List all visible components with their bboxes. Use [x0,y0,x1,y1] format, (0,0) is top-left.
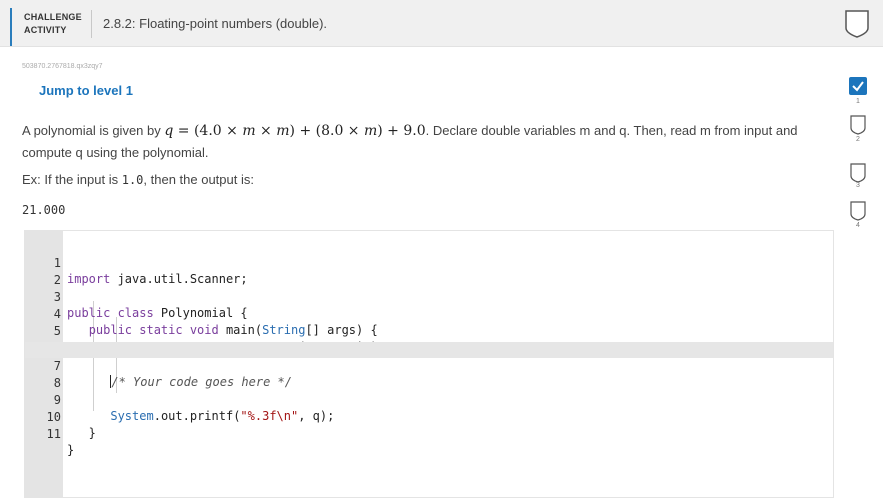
example-text-after: , then the output is: [143,172,254,187]
code-text: } [67,426,96,440]
header-divider [91,10,92,38]
code-line[interactable]: 11 } [25,410,833,457]
check-icon [849,77,867,95]
level-number: 1 [856,98,860,105]
code-line[interactable]: 4 public static void main(String[] args)… [25,290,833,337]
code-text: } [67,443,75,457]
code-line[interactable]: 3 public class Polynomial { [25,273,833,320]
shield-outline-icon [845,10,869,38]
badge-line-1: CHALLENGE [24,12,82,22]
shield-outline-icon [850,115,866,135]
code-line-active[interactable]: 7 /* Your code goes here */ [25,342,833,389]
activity-header: CHALLENGE ACTIVITY 2.8.2: Floating-point… [0,0,883,47]
example-text-before: Ex: If the input is [22,172,122,187]
level-number: 4 [856,222,860,229]
prompt-text-before: A polynomial is given by [22,123,165,138]
code-line[interactable]: 10 } [25,393,833,440]
code-line[interactable]: 6 [25,325,833,356]
example-input: 1.0 [121,173,144,187]
shield-outline-icon [850,163,866,183]
polynomial-formula: q = (4.0 × m × m) + (8.0 × m) + 9.0 [164,123,426,139]
code-line[interactable]: 9 System.out.printf("%.3f\n", q); [25,376,833,423]
code-line[interactable]: 5 Scanner scnr = new Scanner(System.in); [25,307,833,354]
jump-to-level-link[interactable]: Jump to level 1 [39,83,133,98]
level-number: 3 [856,182,860,189]
level-4-indicator[interactable]: 4 [846,200,870,229]
code-editor[interactable]: 1 import java.util.Scanner; 2 3 public c… [24,230,834,498]
line-number: 11 [46,427,61,441]
example-line: Ex: If the input is 1.0, then the output… [22,172,254,187]
header-accent-bar [10,8,12,46]
level-1-indicator[interactable]: 1 [846,76,870,105]
activity-type-badge: CHALLENGE ACTIVITY [24,11,88,37]
session-id: 503870.2767818.qx3zqy7 [22,63,103,70]
code-line[interactable]: 8 [25,359,833,390]
shield-outline-icon [850,201,866,221]
problem-statement: A polynomial is given by q = (4.0 × m × … [22,120,840,164]
activity-title: 2.8.2: Floating-point numbers (double). [103,16,328,31]
example-output: 21.000 [22,203,66,217]
code-line[interactable]: 2 [25,256,833,287]
badge-line-2: ACTIVITY [24,25,67,35]
code-line[interactable]: 1 import java.util.Scanner; [25,239,833,286]
level-number: 2 [856,136,860,143]
level-3-indicator[interactable]: 3 [846,162,870,189]
level-2-indicator[interactable]: 2 [846,114,870,143]
